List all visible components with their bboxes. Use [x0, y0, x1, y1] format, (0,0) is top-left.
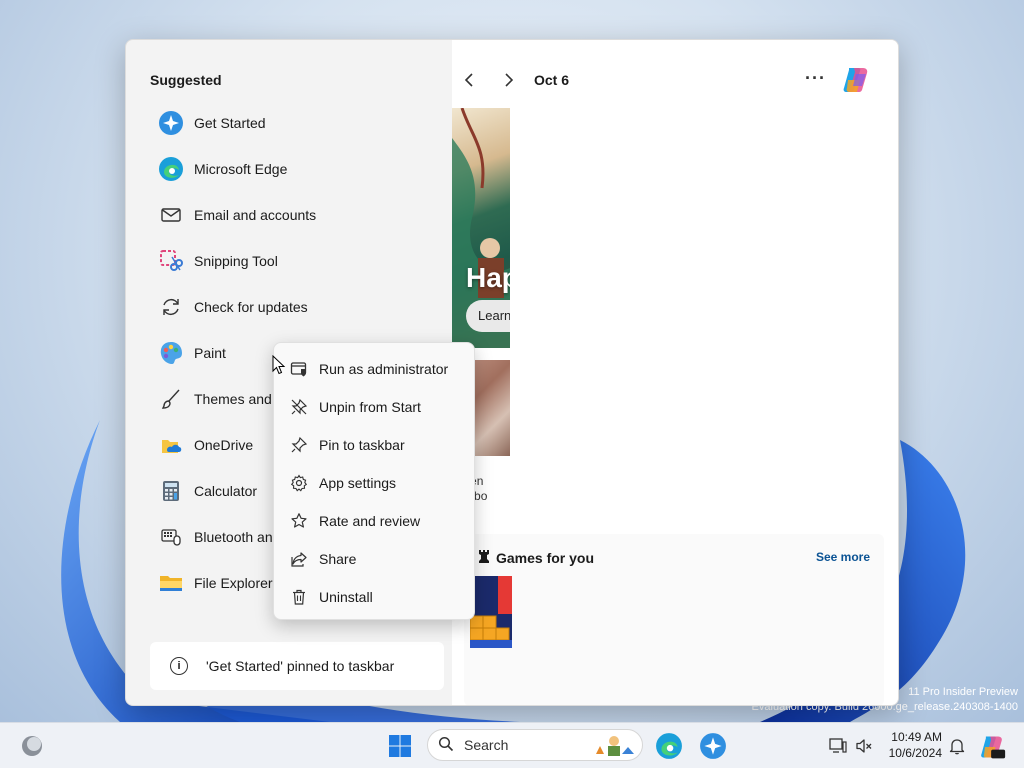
app-label: Themes and	[194, 391, 272, 407]
share-icon	[290, 550, 308, 568]
app-item-email-and-accounts[interactable]: Email and accounts	[150, 192, 450, 238]
app-label: Paint	[194, 345, 226, 361]
menu-item-pin-to-taskbar[interactable]: Pin to taskbar	[274, 426, 474, 464]
info-icon: i	[170, 657, 188, 675]
app-item-check-for-updates[interactable]: Check for updates	[150, 284, 450, 330]
brush-icon	[158, 386, 184, 412]
more-options-icon[interactable]: ···	[805, 68, 826, 89]
suggested-heading: Suggested	[150, 72, 222, 88]
app-label: Email and accounts	[194, 207, 317, 223]
search-placeholder: Search	[464, 737, 509, 753]
taskbar: Search 10:49 AM 10/6/2024	[0, 722, 1024, 768]
pin-icon	[290, 436, 308, 454]
see-more-link[interactable]: See more	[816, 550, 870, 564]
app-label: File Explorer	[194, 575, 273, 591]
learn-more-button[interactable]: Learn	[466, 300, 510, 332]
menu-item-label: Unpin from Start	[319, 399, 421, 415]
refresh-icon	[158, 294, 184, 320]
taskbar-clock[interactable]: 10:49 AM 10/6/2024	[884, 729, 942, 761]
games-title: Games for you	[496, 550, 595, 566]
unpin-icon	[290, 398, 308, 416]
app-label: Get Started	[194, 115, 266, 131]
clock-time: 10:49 AM	[891, 730, 942, 744]
menu-item-uninstall[interactable]: Uninstall	[274, 578, 474, 616]
snipping-tool-icon	[158, 248, 184, 274]
pinned-notice: i 'Get Started' pinned to taskbar	[150, 642, 444, 690]
menu-item-app-settings[interactable]: App settings	[274, 464, 474, 502]
feed-pane: Oct 6 ··· Hap Learn idden t	[452, 40, 898, 705]
shield-window-icon	[290, 360, 308, 378]
volume-muted-icon[interactable]	[854, 736, 874, 756]
calculator-icon	[158, 478, 184, 504]
pinned-notice-text: 'Get Started' pinned to taskbar	[206, 658, 395, 674]
get-started-icon	[158, 110, 184, 136]
mail-icon	[158, 202, 184, 228]
menu-item-run-as-administrator[interactable]: Run as administrator	[274, 350, 474, 388]
app-label: Calculator	[194, 483, 258, 499]
onedrive-icon	[158, 432, 184, 458]
copilot-icon[interactable]	[840, 64, 872, 96]
folder-icon	[158, 570, 184, 596]
chevron-right-icon[interactable]	[497, 68, 521, 92]
paint-icon	[158, 340, 184, 366]
menu-item-rate-and-review[interactable]: Rate and review	[274, 502, 474, 540]
mouse-cursor-icon	[272, 354, 286, 380]
app-item-snipping-tool[interactable]: Snipping Tool	[150, 238, 450, 284]
menu-item-label: Uninstall	[319, 589, 373, 605]
menu-item-label: Rate and review	[319, 513, 421, 529]
app-label: OneDrive	[194, 437, 254, 453]
app-label: Bluetooth an	[194, 529, 273, 545]
hero-title: Hap	[466, 262, 510, 293]
app-label: Check for updates	[194, 299, 308, 315]
network-icon[interactable]	[828, 736, 848, 756]
edge-icon	[158, 156, 184, 182]
chess-rook-icon	[476, 548, 492, 569]
menu-item-label: Share	[319, 551, 357, 567]
bluetooth-devices-icon	[158, 524, 184, 550]
games-widget: Games for you See more	[464, 534, 884, 705]
search-highlight-icon	[592, 732, 636, 758]
feed-date: Oct 6	[534, 72, 570, 88]
watermark-edition: 11 Pro Insider Preview	[908, 686, 1018, 698]
feed-hero-card[interactable]: Hap Learn	[452, 108, 510, 348]
windows-start-icon[interactable]	[388, 734, 412, 758]
game-tile[interactable]	[470, 576, 512, 648]
star-icon	[290, 512, 308, 530]
widgets-icon[interactable]	[20, 734, 44, 758]
bell-icon[interactable]	[947, 736, 967, 756]
menu-item-label: Pin to taskbar	[319, 437, 405, 453]
taskbar-get-started-icon[interactable]	[699, 732, 727, 760]
search-icon	[438, 736, 454, 755]
taskbar-edge-icon[interactable]	[655, 732, 683, 760]
chevron-left-icon[interactable]	[457, 68, 481, 92]
app-label: Microsoft Edge	[194, 161, 288, 177]
context-menu: Run as administrator Unpin from Start Pi…	[273, 342, 475, 620]
gear-icon	[290, 474, 308, 492]
clock-date: 10/6/2024	[888, 746, 942, 760]
app-item-microsoft-edge[interactable]: Microsoft Edge	[150, 146, 450, 192]
app-item-get-started[interactable]: Get Started	[150, 100, 450, 146]
taskbar-search-box[interactable]: Search	[427, 729, 643, 761]
copilot-preview-icon[interactable]	[978, 733, 1006, 761]
start-menu: Suggested Get Started Microsoft Edge Ema…	[125, 39, 899, 706]
menu-item-unpin-from-start[interactable]: Unpin from Start	[274, 388, 474, 426]
menu-item-share[interactable]: Share	[274, 540, 474, 578]
menu-item-label: App settings	[319, 475, 397, 491]
trash-icon	[290, 588, 308, 606]
menu-item-label: Run as administrator	[319, 361, 449, 377]
app-label: Snipping Tool	[194, 253, 278, 269]
